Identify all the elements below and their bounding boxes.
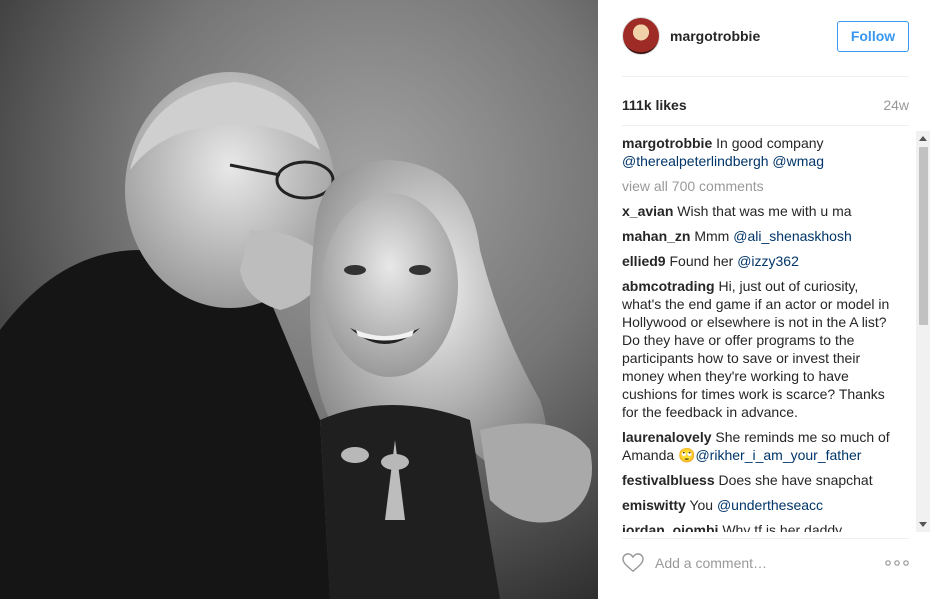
caption-mention-2[interactable]: @wmag [772,153,824,169]
comment-text: Found her [669,253,734,269]
comment-user[interactable]: mahan_zn [622,228,690,244]
comment-user[interactable]: x_avian [622,203,673,219]
comments-scrollbar[interactable] [916,131,930,532]
caption-mention-1[interactable]: @therealpeterlindbergh [622,153,769,169]
likes-count[interactable]: 111k likes [622,97,687,113]
comment-item: ellied9 Found her @izzy362 [622,252,900,270]
scroll-thumb[interactable] [919,147,928,325]
comment-item: festivalbluess Does she have snapchat [622,471,900,489]
caption-text: In good company [716,135,824,151]
comment-user[interactable]: laurenalovely [622,429,712,445]
comment-text: Mmm [694,228,730,244]
scroll-up-arrow-icon[interactable] [919,136,927,141]
post-footer: Add a comment… [622,544,909,584]
post-header: margotrobbie Follow [622,17,909,57]
comment-item: jordan_ojombi Why tf is her daddy [622,521,900,532]
comment-mention[interactable]: @undertheseacc [717,497,823,513]
comment-item: abmcotrading Hi, just out of curiosity, … [622,277,900,421]
scroll-down-arrow-icon[interactable] [919,522,927,527]
caption-user[interactable]: margotrobbie [622,135,712,151]
comment-mention[interactable]: @rikher_i_am_your_father [695,447,861,463]
post-time[interactable]: 24w [883,97,909,113]
comment-item: laurenalovely She reminds me so much of … [622,428,900,464]
comment-user[interactable]: jordan_ojombi [622,522,718,532]
photo-illustration [0,0,598,599]
post-username[interactable]: margotrobbie [670,28,760,44]
comment-user[interactable]: emiswitty [622,497,686,513]
comment-text: You [689,497,714,513]
follow-button[interactable]: Follow [837,21,909,52]
comment-text: Wish that was me with u ma [677,203,852,219]
comment-text: Hi, just out of curiosity, what's the en… [622,278,890,420]
comment-item: x_avian Wish that was me with u ma [622,202,900,220]
post-sidebar: margotrobbie Follow 111k likes 24w margo… [598,0,933,599]
comments-list: margotrobbie In good company @therealpet… [622,134,900,532]
view-all-comments-link[interactable]: view all 700 comments [622,177,900,195]
add-comment-input[interactable]: Add a comment… [655,555,767,571]
comment-mention[interactable]: @ali_shenaskhosh [733,228,852,244]
footer-divider [622,538,909,539]
avatar[interactable] [622,17,660,55]
more-options-icon[interactable] [885,560,909,566]
caption: margotrobbie In good company @therealpet… [622,134,900,170]
heart-icon[interactable] [622,553,644,573]
comment-item: emiswitty You @undertheseacc [622,496,900,514]
likes-divider [622,125,909,126]
comment-text: Why tf is her daddy [722,522,843,532]
comment-user[interactable]: abmcotrading [622,278,715,294]
header-divider [622,76,909,77]
comment-user[interactable]: ellied9 [622,253,666,269]
comment-user[interactable]: festivalbluess [622,472,715,488]
comment-mention[interactable]: @izzy362 [737,253,799,269]
post-photo [0,0,598,599]
comment-item: mahan_zn Mmm @ali_shenaskhosh [622,227,900,245]
comment-text: Does she have snapchat [718,472,873,488]
